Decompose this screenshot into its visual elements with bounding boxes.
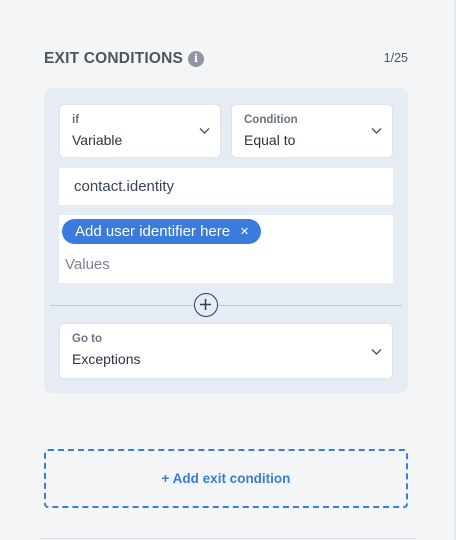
condition-select-value: Equal to	[244, 132, 296, 148]
values-input[interactable]: Add user identifier here × Values	[59, 215, 393, 283]
variable-input[interactable]: contact.identity	[59, 168, 393, 205]
plus-circle-icon[interactable]	[194, 293, 218, 317]
if-select[interactable]: if Variable	[59, 104, 221, 158]
divider	[50, 305, 402, 306]
chevron-down-icon	[371, 346, 382, 357]
chevron-down-icon	[371, 125, 382, 136]
chevron-down-icon	[199, 125, 210, 136]
if-select-label: if	[72, 114, 80, 126]
value-chip[interactable]: Add user identifier here ×	[62, 219, 261, 244]
section-header: EXIT CONDITIONS i 1/25	[44, 48, 408, 70]
section-title: EXIT CONDITIONS	[44, 50, 184, 67]
goto-select-label: Go to	[72, 333, 103, 345]
condition-select-label: Condition	[244, 114, 298, 126]
exit-condition-card: if Variable Condition Equal to contact.i…	[44, 88, 408, 393]
info-icon[interactable]: i	[188, 51, 204, 67]
goto-select-value: Exceptions	[72, 351, 141, 367]
bottom-divider	[40, 538, 416, 539]
condition-select[interactable]: Condition Equal to	[231, 104, 393, 158]
value-chip-label: Add user identifier here	[75, 223, 231, 240]
values-placeholder: Values	[65, 256, 110, 273]
if-select-value: Variable	[72, 132, 123, 148]
goto-select[interactable]: Go to Exceptions	[59, 323, 393, 379]
condition-counter: 1/25	[383, 51, 408, 65]
add-exit-condition-button[interactable]: + Add exit condition	[44, 449, 408, 508]
close-icon[interactable]: ×	[240, 224, 249, 239]
